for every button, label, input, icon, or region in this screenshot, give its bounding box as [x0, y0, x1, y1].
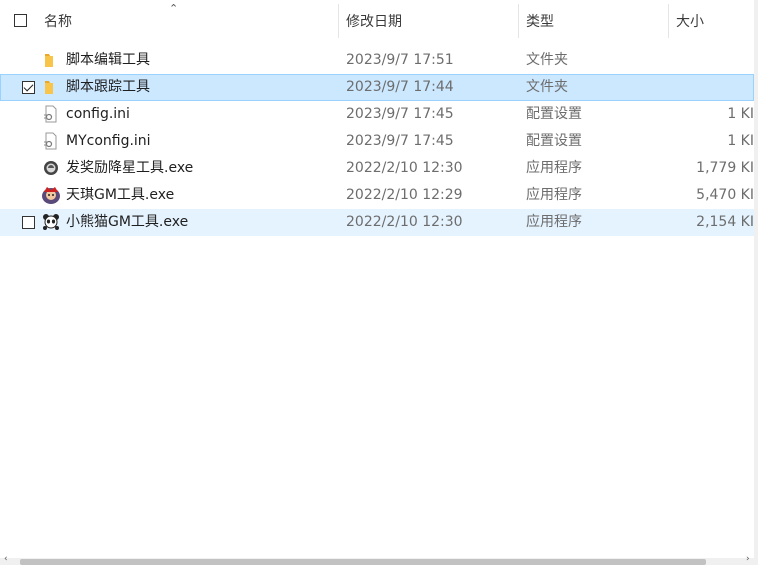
- vertical-scrollbar[interactable]: [754, 0, 758, 558]
- column-header-name[interactable]: 名称: [44, 0, 72, 42]
- row-checkbox-checked[interactable]: [22, 81, 35, 94]
- file-date: 2022/2/10 12:30: [346, 214, 463, 230]
- app-circle-icon: [42, 159, 60, 177]
- file-name: config.ini: [66, 106, 130, 122]
- column-header-bar: 名称 ⌃ 修改日期 类型 大小: [0, 0, 754, 42]
- panda-app-icon: [42, 213, 60, 231]
- file-name: 小熊猫GM工具.exe: [66, 214, 189, 230]
- file-row-hover[interactable]: 小熊猫GM工具.exe 2022/2/10 12:30 应用程序 2,154 K…: [0, 209, 754, 236]
- file-type: 文件夹: [526, 52, 568, 68]
- file-name: 脚本跟踪工具: [66, 79, 150, 95]
- ini-file-icon: [42, 105, 60, 123]
- file-row-selected[interactable]: 脚本跟踪工具 2023/9/7 17:44 文件夹: [0, 74, 754, 101]
- column-header-type[interactable]: 类型: [526, 0, 554, 42]
- file-type: 应用程序: [526, 214, 582, 230]
- horizontal-scrollbar-thumb[interactable]: [20, 559, 706, 565]
- scroll-left-icon[interactable]: ‹: [4, 554, 8, 564]
- folder-icon: [42, 51, 60, 69]
- scroll-right-icon[interactable]: ›: [746, 554, 750, 564]
- ini-file-icon: [42, 132, 60, 150]
- folder-icon: [42, 78, 60, 96]
- file-type: 应用程序: [526, 187, 582, 203]
- file-row[interactable]: 发奖励降星工具.exe 2022/2/10 12:30 应用程序 1,779 K…: [0, 155, 754, 182]
- file-size: 1,779 KI: [696, 160, 754, 176]
- app-character-icon: [40, 184, 62, 206]
- file-name: MYconfig.ini: [66, 133, 151, 149]
- select-all-checkbox[interactable]: [14, 14, 27, 27]
- file-date: 2023/9/7 17:45: [346, 133, 454, 149]
- file-row[interactable]: MYconfig.ini 2023/9/7 17:45 配置设置 1 KI: [0, 128, 754, 155]
- file-date: 2022/2/10 12:30: [346, 160, 463, 176]
- file-size: 1 KI: [727, 133, 754, 149]
- file-date: 2023/9/7 17:51: [346, 52, 454, 68]
- file-row[interactable]: config.ini 2023/9/7 17:45 配置设置 1 KI: [0, 101, 754, 128]
- sort-ascending-icon: ⌃: [169, 2, 179, 15]
- file-type: 配置设置: [526, 133, 582, 149]
- file-date: 2023/9/7 17:45: [346, 106, 454, 122]
- file-size: 2,154 KI: [696, 214, 754, 230]
- row-checkbox[interactable]: [22, 216, 35, 229]
- column-divider[interactable]: [338, 4, 339, 38]
- file-size: 1 KI: [727, 106, 754, 122]
- column-header-date[interactable]: 修改日期: [346, 0, 402, 42]
- file-date: 2023/9/7 17:44: [346, 79, 454, 95]
- file-row[interactable]: 脚本编辑工具 2023/9/7 17:51 文件夹: [0, 47, 754, 74]
- column-divider[interactable]: [518, 4, 519, 38]
- file-list: 脚本编辑工具 2023/9/7 17:51 文件夹 脚本跟踪工具 2023/9/…: [0, 47, 754, 236]
- file-row[interactable]: 天琪GM工具.exe 2022/2/10 12:29 应用程序 5,470 KI: [0, 182, 754, 209]
- file-name: 天琪GM工具.exe: [66, 187, 175, 203]
- horizontal-scrollbar[interactable]: ‹ ›: [0, 554, 758, 565]
- file-date: 2022/2/10 12:29: [346, 187, 463, 203]
- file-name: 发奖励降星工具.exe: [66, 160, 194, 176]
- file-type: 文件夹: [526, 79, 568, 95]
- file-name: 脚本编辑工具: [66, 52, 150, 68]
- file-type: 应用程序: [526, 160, 582, 176]
- file-type: 配置设置: [526, 106, 582, 122]
- column-divider[interactable]: [668, 4, 669, 38]
- column-header-size[interactable]: 大小: [676, 0, 704, 42]
- file-size: 5,470 KI: [696, 187, 754, 203]
